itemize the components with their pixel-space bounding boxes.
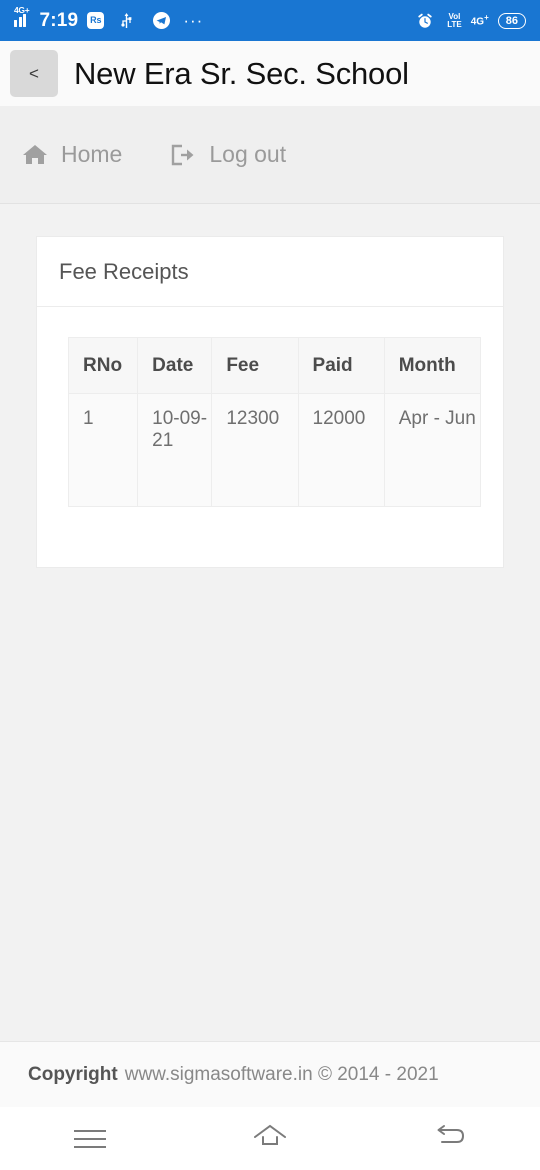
fee-receipts-table: RNo Date Fee Paid Month 1 10-09-21 12300…: [67, 337, 482, 507]
title-bar: < New Era Sr. Sec. School: [0, 41, 540, 106]
status-bar: 4G+ 7:19 Rs ··· Vol LTE 4G+ 86: [0, 0, 540, 41]
back-button[interactable]: <: [10, 50, 58, 97]
status-bar-left: 4G+ 7:19 Rs ···: [14, 5, 204, 33]
status-overflow-icon: ···: [183, 10, 204, 30]
status-bar-clock: 7:19: [39, 9, 79, 31]
nav-item-home-label: Home: [61, 141, 123, 167]
page-footer: Copyright www.sigmasoftware.in © 2014 - …: [0, 1041, 540, 1107]
volte-icon: Vol LTE: [447, 11, 462, 29]
battery-indicator: 86: [497, 12, 526, 29]
card-title: Fee Receipts: [59, 258, 189, 284]
cell-fee: 12300: [211, 393, 299, 507]
card-header: Fee Receipts: [37, 237, 503, 307]
recents-button[interactable]: [60, 1119, 120, 1159]
home-button[interactable]: [240, 1119, 300, 1159]
telegram-icon: [148, 9, 174, 33]
app-badge-icon: Rs: [87, 12, 105, 29]
footer-copyright-label: Copyright: [28, 1063, 118, 1085]
back-icon: [433, 1123, 467, 1154]
nav-item-home[interactable]: Home: [22, 141, 122, 168]
nav-item-logout[interactable]: Log out: [170, 141, 286, 168]
page-title: New Era Sr. Sec. School: [74, 55, 409, 91]
table-header-row: RNo Date Fee Paid Month: [67, 337, 482, 394]
column-header-rno: RNo: [67, 337, 139, 394]
home-icon: [251, 1123, 289, 1154]
column-header-month: Month: [383, 337, 482, 394]
cell-rno: 1: [67, 393, 139, 507]
recents-icon: [74, 1129, 106, 1148]
cell-month: Apr - Jun: [383, 393, 482, 507]
sign-out-icon: [170, 143, 196, 167]
back-button-android[interactable]: [420, 1119, 480, 1159]
cell-date: 10-09-21: [137, 393, 213, 507]
footer-copyright-text: www.sigmasoftware.in © 2014 - 2021: [124, 1063, 439, 1085]
nav-item-logout-label: Log out: [209, 141, 287, 167]
column-header-paid: Paid: [297, 337, 385, 394]
android-navigation-bar: [0, 1107, 540, 1170]
cell-paid: 12000: [297, 393, 385, 507]
table-row: 1 10-09-21 12300 12000 Apr - Jun: [67, 393, 482, 507]
usb-icon: [113, 9, 139, 33]
network-type-icon: 4G+: [470, 13, 489, 28]
home-icon: [22, 143, 48, 167]
card-body: RNo Date Fee Paid Month 1 10-09-21 12300…: [37, 307, 503, 567]
column-header-fee: Fee: [211, 337, 299, 394]
status-bar-right: Vol LTE 4G+ 86: [412, 9, 526, 33]
signal-strength-icon: 4G+: [14, 5, 31, 27]
main-nav: Home Log out: [0, 106, 540, 204]
fee-receipts-card: Fee Receipts RNo Date Fee Paid Month 1 1…: [36, 236, 504, 568]
column-header-date: Date: [137, 337, 213, 394]
alarm-clock-icon: [412, 9, 438, 33]
